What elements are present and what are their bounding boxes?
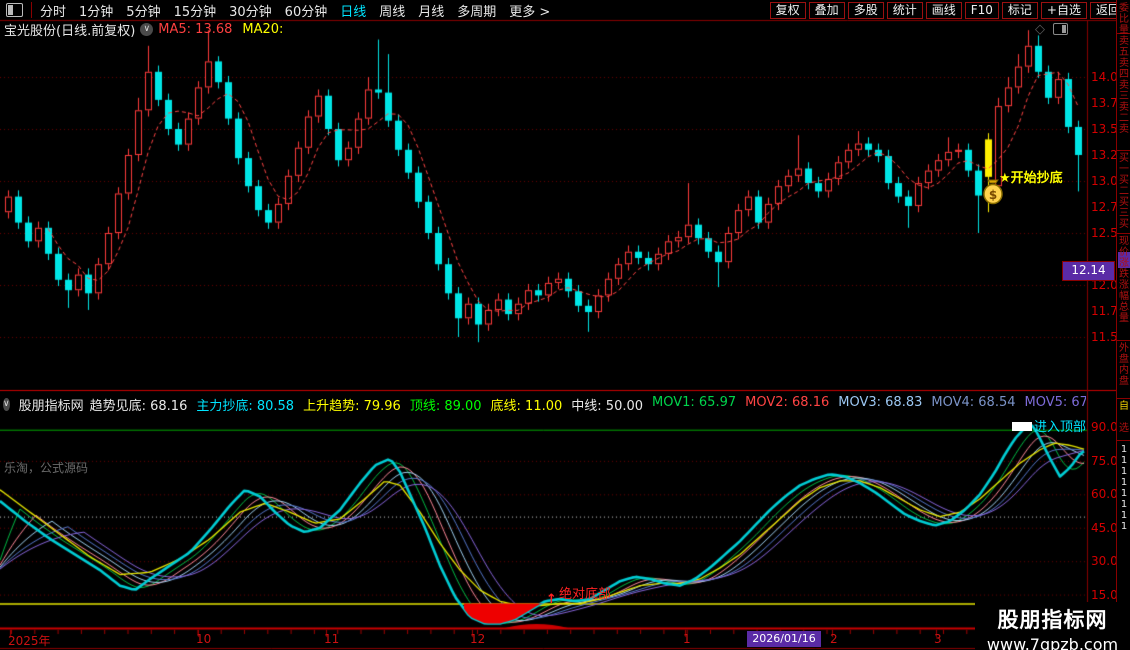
period-menu-8[interactable]: 月线: [418, 1, 444, 20]
strip-segment-5: 自: [1118, 401, 1130, 412]
indicator-field-4: 底线: 11.00: [491, 395, 563, 414]
strip-separator: [1117, 150, 1130, 151]
right-menu-group: 复权叠加多股统计画线F10标记+自选返回: [767, 2, 1126, 19]
indicator-field-2: 上升趋势: 79.96: [303, 395, 401, 414]
strip-segment-4: 外盘内盘: [1118, 343, 1130, 387]
period-menu-7[interactable]: 周线: [379, 1, 405, 20]
strip-separator: [1117, 233, 1130, 234]
indicator-field-3: 顶线: 89.00: [410, 395, 482, 414]
indicator-field-0: 趋势见底: 68.16: [90, 395, 188, 414]
strip-segment-2: 买一买二买三买: [1118, 153, 1130, 230]
up-arrow-icon: ↑: [546, 592, 557, 607]
strip-segment-1: 卖五卖四卖三卖二卖: [1118, 36, 1130, 135]
tool-menu-5[interactable]: F10: [965, 2, 999, 19]
site-watermark: 股朋指标网 www.7gpzb.com: [975, 602, 1130, 650]
period-menu-0[interactable]: 分时: [40, 1, 66, 20]
chevron-down-icon[interactable]: ∨: [140, 23, 153, 36]
indicator-field-7: MOV2: 68.16: [745, 395, 829, 414]
strip-segment-3: 现价涨跌涨幅总量: [1118, 236, 1130, 324]
date-label: 1: [683, 632, 691, 646]
trading-app-window: 分时 1分钟 5分钟 15分钟 30分钟 60分钟日线周线月线多周期更多 > 复权叠加多股…: [0, 0, 1130, 650]
top-toolbar: 分时 1分钟 5分钟 15分钟 30分钟 60分钟日线周线月线多周期更多 > 复权叠加多股…: [0, 0, 1130, 20]
strip-separator: [1117, 398, 1130, 399]
indicator-field-8: MOV3: 68.83: [838, 395, 922, 414]
strip-segment-0: 委比量: [1118, 3, 1130, 36]
tool-menu-1[interactable]: 叠加: [809, 2, 845, 19]
window-layout-icon[interactable]: [1053, 23, 1068, 35]
top-signal-box: [1012, 422, 1032, 431]
ma20-value: MA20:: [242, 22, 283, 37]
indicator-field-10: MOV5: 67.76: [1025, 395, 1086, 414]
formula-watermark: 乐淘，公式源码: [4, 459, 88, 476]
indicator-header: ∨ 股朋指标网 趋势见底: 68.16 主力抄底: 80.58 上升趋势: 79.9…: [0, 392, 1086, 416]
strip-segment-7: 11111111: [1118, 444, 1130, 532]
period-menu-1[interactable]: 1分钟: [79, 1, 113, 20]
tool-menu-0[interactable]: 复权: [770, 2, 806, 19]
chart-canvas[interactable]: [0, 0, 1130, 650]
right-quote-strip[interactable]: 委比量卖五卖四卖三卖二卖买一买二买三买现价涨跌涨幅总量外盘内盘自选 1111111…: [1116, 0, 1130, 650]
indicator-field-5: 中线: 50.00: [571, 395, 643, 414]
tool-menu-4[interactable]: 画线: [926, 2, 962, 19]
ma5-value: MA5: 13.68: [158, 22, 232, 37]
site-watermark-brand: 股朋指标网: [975, 604, 1130, 634]
site-watermark-url: www.7gpzb.com: [975, 635, 1130, 650]
period-menu-9[interactable]: 多周期: [457, 1, 496, 20]
toolbar-separator: [31, 2, 32, 18]
tool-menu-3[interactable]: 统计: [887, 2, 923, 19]
indicator-field-9: MOV4: 68.54: [931, 395, 1015, 414]
indicator-fields: 趋势见底: 68.16 主力抄底: 80.58 上升趋势: 79.96 顶线: 89.…: [90, 395, 1086, 414]
period-menu-2[interactable]: 5分钟: [126, 1, 160, 20]
period-menu-5[interactable]: 60分钟: [285, 1, 328, 20]
money-bag-icon: $: [981, 179, 1005, 205]
indicator-field-1: 主力抄底: 80.58: [196, 395, 294, 414]
date-label: 3: [934, 632, 942, 646]
tool-menu-2[interactable]: 多股: [848, 2, 884, 19]
indicator-chevron-icon[interactable]: ∨: [3, 398, 10, 411]
absolute-bottom-annotation: 绝对底部: [559, 583, 611, 602]
buy-signal-annotation: ★开始抄底: [999, 167, 1063, 186]
date-label: 11: [324, 632, 339, 646]
diamond-icon[interactable]: ◇: [1035, 22, 1045, 37]
date-label: 2025年: [8, 632, 51, 649]
period-menu-6[interactable]: 日线: [340, 1, 366, 20]
tool-menu-6[interactable]: 标记: [1002, 2, 1038, 19]
date-label: 10: [196, 632, 211, 646]
date-label: 12: [470, 632, 485, 646]
tool-menu-7[interactable]: +自选: [1041, 2, 1087, 19]
strip-separator: [1117, 340, 1130, 341]
period-menu-3[interactable]: 15分钟: [174, 1, 217, 20]
date-highlight-tag: 2026/01/16五: [747, 631, 821, 647]
panel-toggle-icon[interactable]: [6, 3, 23, 17]
last-price-tag: 12.14: [1062, 261, 1115, 281]
period-menu-10[interactable]: 更多 >: [509, 1, 550, 20]
indicator-field-6: MOV1: 65.97: [652, 395, 736, 414]
stock-title: 宝光股份(日线.前复权): [4, 20, 135, 39]
enter-top-annotation: 进入顶部: [1034, 416, 1086, 435]
svg-text:$: $: [989, 188, 997, 202]
chart-title-bar: 宝光股份(日线.前复权) ∨ MA5: 13.68 MA20: ◇: [0, 21, 1086, 37]
indicator-brand: 股朋指标网: [19, 395, 84, 414]
strip-separator: [1117, 440, 1130, 441]
date-label: 2: [830, 632, 838, 646]
period-menu-4[interactable]: 30分钟: [229, 1, 272, 20]
strip-segment-6: 选: [1118, 423, 1130, 434]
period-menu-group: 分时 1分钟 5分钟 15分钟 30分钟 60分钟日线周线月线多周期更多 >: [40, 1, 563, 20]
